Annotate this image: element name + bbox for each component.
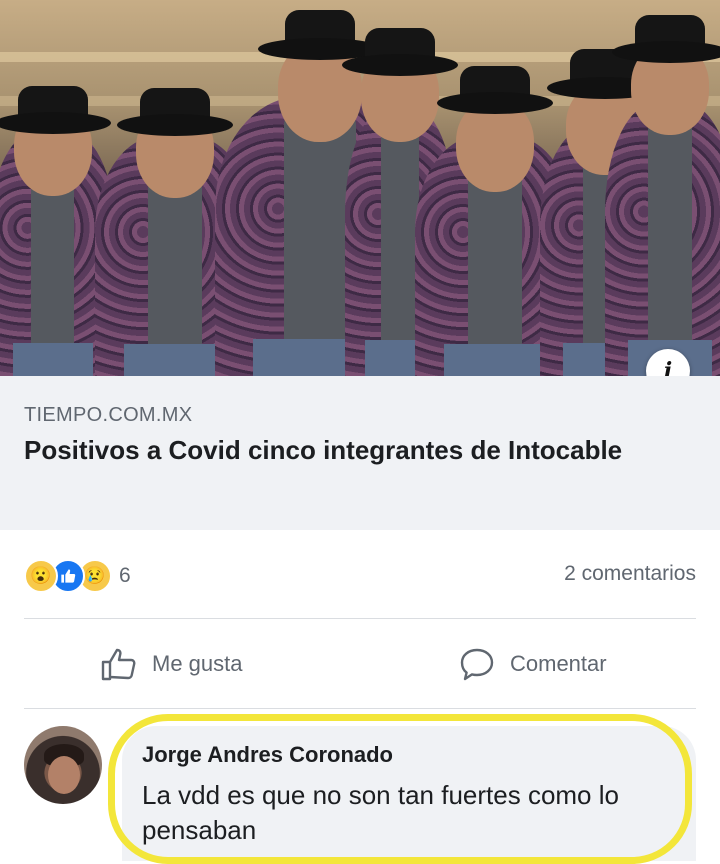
reactions-summary[interactable]: 😮 😢 6 xyxy=(24,559,131,593)
reaction-count: 6 xyxy=(119,564,131,587)
band-member xyxy=(605,11,720,376)
link-headline[interactable]: Positivos a Covid cinco integrantes de I… xyxy=(24,432,684,469)
comment-bubble-icon xyxy=(460,648,494,681)
comment-button[interactable]: Comentar xyxy=(458,640,607,688)
link-preview-image[interactable] xyxy=(0,0,720,376)
comment-text: La vdd es que no son tan fuertes como lo… xyxy=(142,780,619,845)
comment-author[interactable]: Jorge Andres Coronado xyxy=(142,742,393,768)
link-domain: TIEMPO.COM.MX xyxy=(24,404,193,426)
wow-reaction-icon: 😮 xyxy=(24,559,58,593)
like-button[interactable]: Me gusta xyxy=(100,640,243,688)
comments-count-link[interactable]: 2 comentarios xyxy=(564,562,696,586)
comment-button-label: Comentar xyxy=(510,651,607,676)
like-button-label: Me gusta xyxy=(152,651,243,676)
divider xyxy=(24,708,696,709)
divider xyxy=(24,618,696,619)
thumbs-up-icon xyxy=(101,648,136,681)
avatar[interactable] xyxy=(24,726,102,804)
